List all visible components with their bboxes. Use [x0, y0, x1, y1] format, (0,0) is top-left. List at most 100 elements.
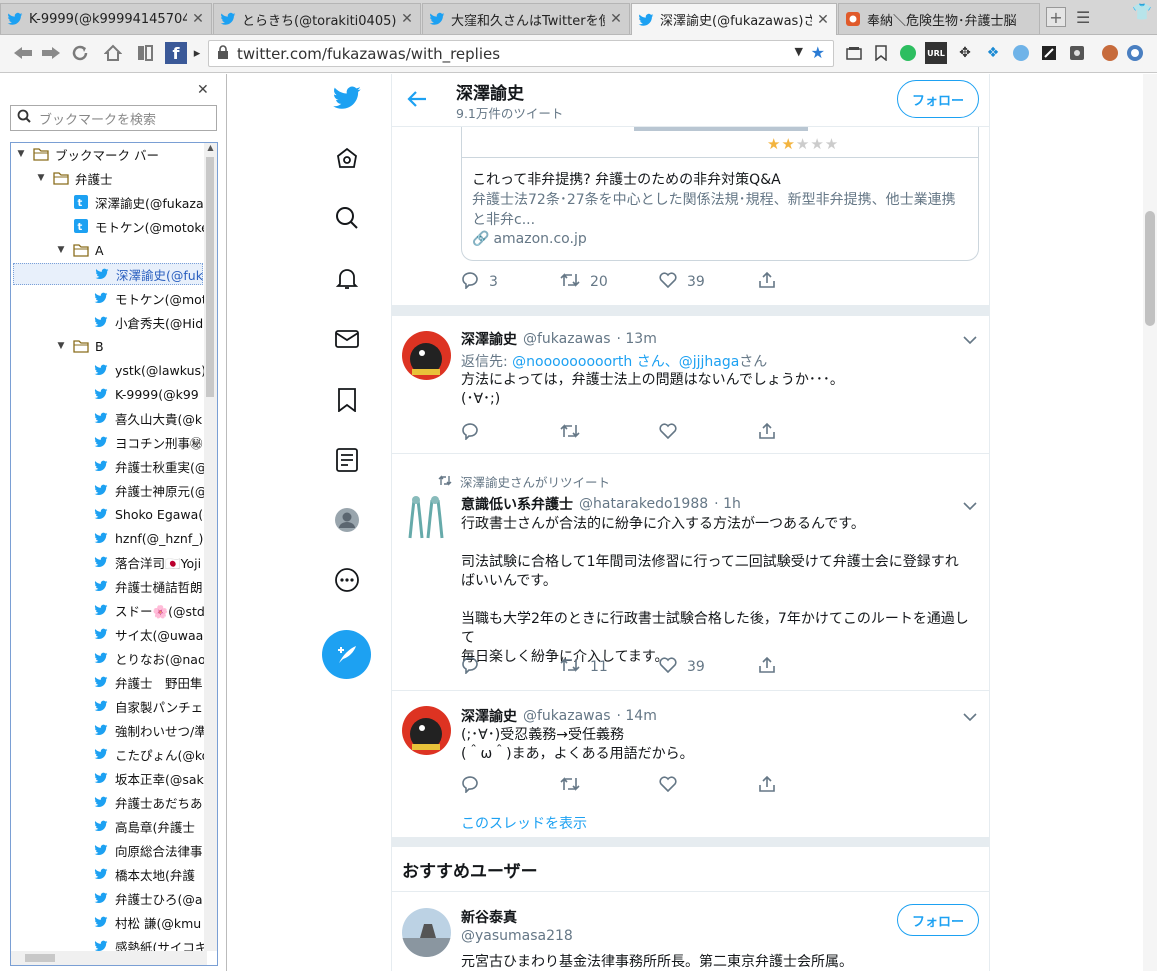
notifications-icon[interactable]	[331, 262, 363, 294]
bookmark-item[interactable]: 弁護士 野田隼	[75, 671, 203, 693]
close-icon[interactable]: ✕	[197, 82, 209, 98]
reply-button[interactable]: 3	[461, 271, 560, 293]
display-name[interactable]: 深澤諭史	[461, 329, 517, 349]
bookmark-item[interactable]: とりなお(@naot	[75, 647, 211, 669]
share-button[interactable]	[758, 271, 857, 293]
facebook-icon[interactable]: f	[165, 42, 187, 64]
reply-mention-link[interactable]: @nooooooooorth さん、@jjjhaga	[512, 354, 739, 370]
bookmark-item[interactable]: ystk(@lawkus)	[75, 359, 206, 381]
home-icon[interactable]	[331, 142, 363, 174]
close-icon[interactable]: ✕	[400, 11, 414, 27]
tab-0[interactable]: K-9999(@k99994145704 ✕	[0, 3, 212, 34]
chevron-down-icon[interactable]	[963, 334, 977, 349]
bookmark-item[interactable]: サイ太(@uwaaa	[75, 623, 211, 645]
chevron-down-icon[interactable]	[963, 500, 977, 515]
share-button[interactable]	[758, 775, 857, 797]
bookmark-item[interactable]: 弁護士ひろ(@a	[75, 887, 203, 909]
evernote-icon[interactable]	[897, 42, 919, 64]
bookmark-item[interactable]: ヨコチン刑事㊙	[75, 431, 203, 453]
retweet-button[interactable]	[560, 775, 659, 797]
tweet[interactable]: ★★★★★ これって非弁提携? 弁護士のための非弁対策Q&A 弁護士法72条･2…	[392, 127, 989, 306]
retweet[interactable]: 深澤諭史さんがリツイート 意識低い系弁護士 @hatarakedo1988 · 1h…	[392, 454, 989, 691]
close-icon[interactable]: ✕	[191, 11, 205, 27]
share-button[interactable]	[758, 422, 857, 444]
timestamp[interactable]: · 13m	[617, 331, 657, 347]
shirt-icon[interactable]: 👕	[1132, 2, 1152, 21]
bookmark-item[interactable]: 自家製パンチェ	[75, 695, 203, 717]
bookmark-item[interactable]: 弁護士樋詰哲朗	[75, 575, 203, 597]
url-bar[interactable]: twitter.com/fukazawas/with_replies ▼ ★	[208, 40, 834, 67]
bookmark-item[interactable]: 弁護士神原元(@	[75, 479, 207, 501]
bookmark-item[interactable]: t モトケン(@motoke	[55, 215, 209, 237]
bookmark-item[interactable]: スドー🌸(@std	[75, 599, 205, 621]
forward-icon[interactable]	[40, 42, 62, 64]
bookmark-item[interactable]: 喜久山大貴(@k	[75, 407, 202, 429]
avatar[interactable]	[402, 494, 451, 543]
edit-icon[interactable]	[1038, 42, 1060, 64]
follow-button[interactable]: フォロー	[897, 904, 979, 936]
lists-icon[interactable]	[331, 444, 363, 476]
scroll-up-icon[interactable]: ▲	[204, 143, 217, 152]
bookmark-item[interactable]: 小倉秀夫(@Hid	[75, 311, 203, 333]
handle[interactable]: @hatarakedo1988	[579, 496, 708, 512]
chevron-down-icon[interactable]: ▼	[35, 173, 47, 183]
scrollbar-thumb[interactable]	[1145, 211, 1155, 326]
like-button[interactable]	[659, 422, 758, 444]
tab-1[interactable]: とらきち(@torakiti0405)さ ✕	[213, 3, 421, 34]
bookmark-item[interactable]: 高島章(弁護士	[75, 815, 201, 837]
handle[interactable]: @fukazawas	[523, 708, 611, 724]
new-tab-button[interactable]: +	[1046, 7, 1066, 27]
scrollbar-thumb[interactable]	[25, 954, 55, 962]
home-icon[interactable]	[102, 42, 124, 64]
bookmark-item[interactable]: 弁護士あだちあ	[75, 791, 203, 813]
bookmark-folder[interactable]: ▼ ブックマーク バー	[15, 143, 201, 165]
bookmark-item[interactable]: 橋本太地(弁護	[75, 863, 201, 885]
avatar[interactable]	[402, 706, 451, 755]
url-shortener-icon[interactable]: URL	[925, 42, 947, 64]
reply-button[interactable]	[461, 656, 560, 678]
bookmark-item[interactable]: 村松 謙(@kmu	[75, 911, 201, 933]
display-name[interactable]: 意識低い系弁護士	[461, 494, 573, 514]
bookmark-folder[interactable]: ▼ B	[55, 335, 201, 357]
tweet[interactable]: 深澤諭史 @fukazawas · 13m 返信先: @nooooooooorth …	[392, 316, 989, 454]
dropbox-icon[interactable]: ❖	[982, 42, 1004, 64]
dropdown-icon[interactable]: ▼	[795, 45, 803, 58]
chevron-right-icon[interactable]: ▸	[192, 42, 202, 64]
more-icon[interactable]	[331, 564, 363, 596]
bookmark-item[interactable]: t 深澤諭史(@fukaza	[55, 191, 204, 213]
bookmark-item[interactable]: K-9999(@k99	[75, 383, 201, 405]
close-icon[interactable]: ✕	[609, 11, 623, 27]
timestamp[interactable]: · 14m	[617, 708, 657, 724]
like-button[interactable]: 39	[659, 271, 758, 293]
like-button[interactable]: 39	[659, 656, 758, 678]
bookmark-search-input[interactable]: ブックマークを検索	[10, 105, 217, 131]
tweet[interactable]: 深澤諭史 @fukazawas · 14m (;･∀･)受忍義務→受任義務 (＾ω＾)…	[392, 691, 989, 837]
retweet-button[interactable]	[560, 422, 659, 444]
tab-4[interactable]: 奉納＼危険生物･弁護士脳	[838, 3, 1040, 34]
chevron-down-icon[interactable]: ▼	[55, 341, 67, 351]
messages-icon[interactable]	[331, 323, 363, 355]
compose-tweet-button[interactable]	[322, 630, 371, 679]
horizontal-scrollbar[interactable]	[11, 951, 207, 965]
bookmark-folder[interactable]: ▼ A	[55, 239, 201, 261]
bookmarks-icon[interactable]	[134, 42, 156, 64]
handle[interactable]: @fukazawas	[523, 331, 611, 347]
like-button[interactable]	[659, 775, 758, 797]
display-name[interactable]: 深澤諭史	[461, 706, 517, 726]
chevron-down-icon[interactable]: ▼	[15, 149, 27, 159]
bookmark-item[interactable]: 向原総合法律事	[75, 839, 203, 861]
display-name[interactable]: 新谷泰真	[461, 907, 517, 927]
share-button[interactable]	[758, 656, 857, 678]
profile-icon[interactable]	[331, 504, 363, 536]
retweet-button[interactable]: 11	[560, 656, 659, 678]
chevron-down-icon[interactable]	[963, 711, 977, 726]
search-icon[interactable]	[331, 202, 363, 234]
bookmark-item[interactable]: 弁護士秋重実(@	[75, 455, 207, 477]
bookmark-folder[interactable]: ▼ 弁護士	[35, 167, 201, 189]
user-suggestion[interactable]: 新谷泰真 @yasumasa218 元宮古ひまわり基金法律事務所所長。第二東京弁…	[392, 893, 989, 971]
bookmark-icon[interactable]	[870, 42, 892, 64]
link-card[interactable]: ★★★★★ これって非弁提携? 弁護士のための非弁対策Q&A 弁護士法72条･2…	[461, 127, 979, 261]
bookmark-item[interactable]: 落合洋司🇯🇵Yoji	[75, 551, 201, 573]
star-icon[interactable]: ★	[811, 43, 825, 62]
vertical-scrollbar[interactable]: ▲	[204, 143, 217, 951]
